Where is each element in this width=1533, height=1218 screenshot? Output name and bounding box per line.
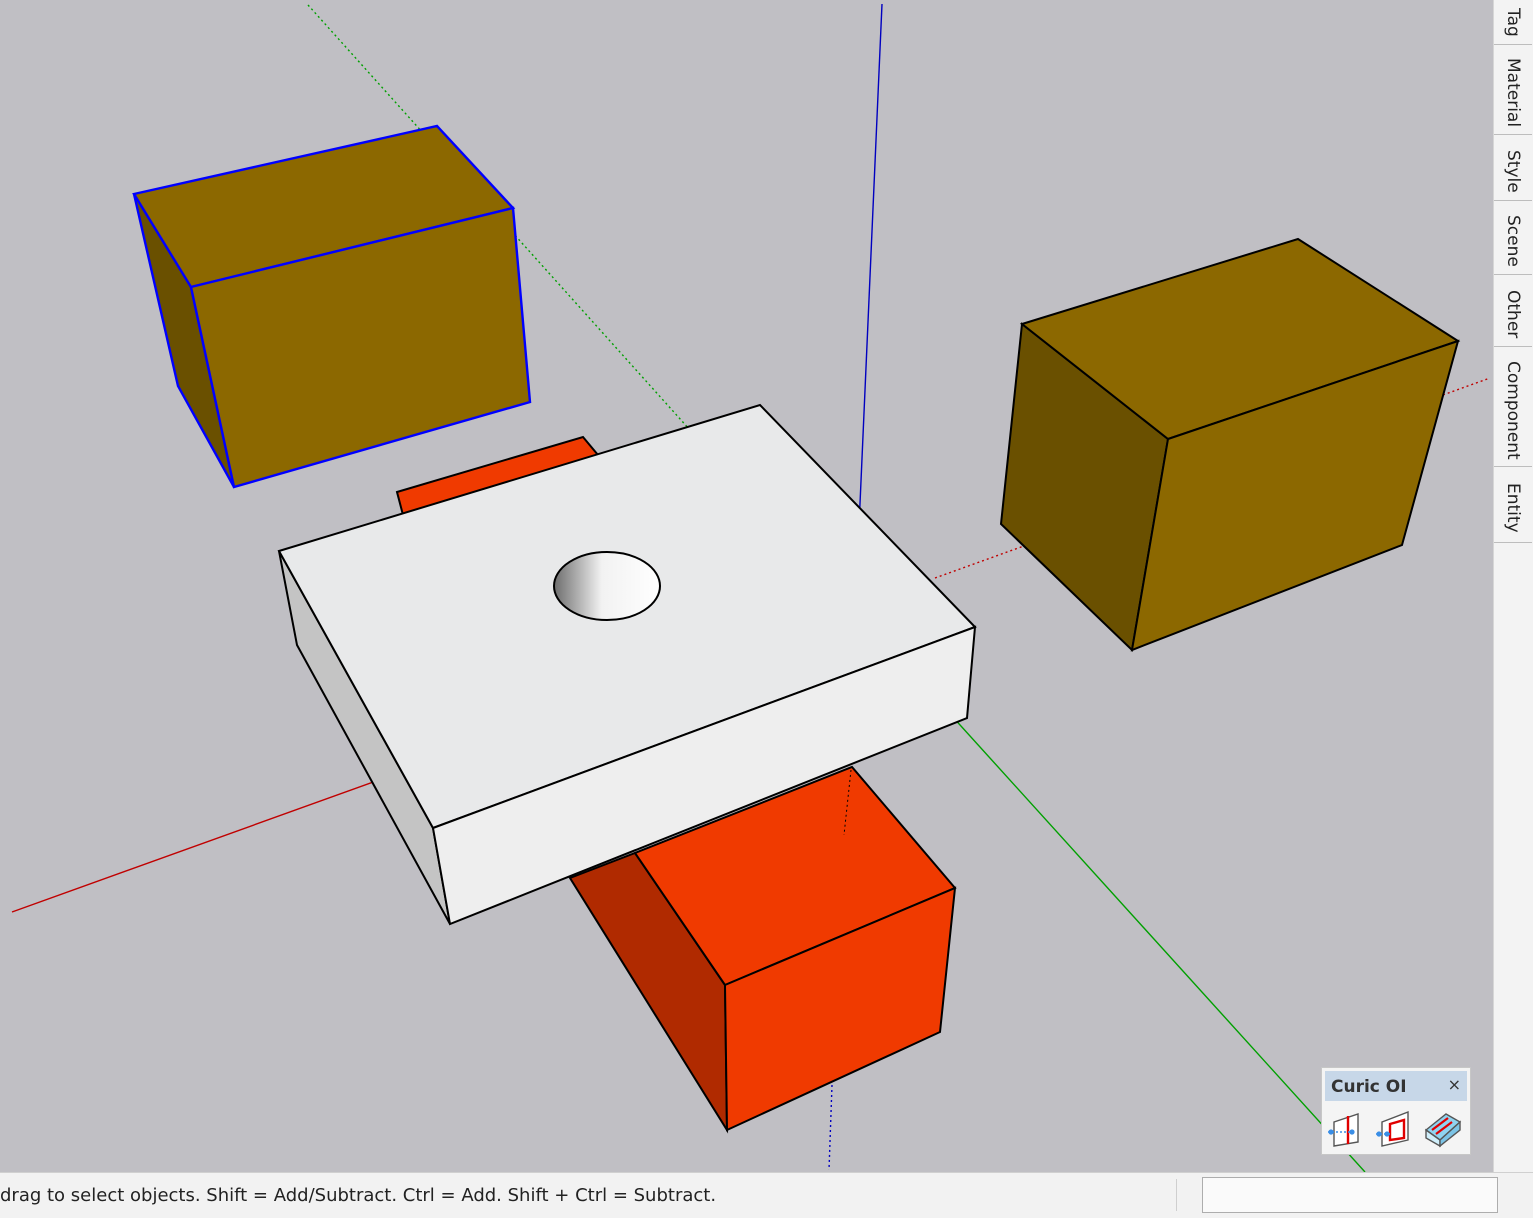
red-axis-negative	[11, 775, 391, 913]
offset-face-icon	[1376, 1110, 1409, 1147]
default-tray: Tag Material Style Scene Other Component…	[1493, 0, 1533, 1172]
curic-oi-toolbar: Curic OI ×	[1321, 1067, 1471, 1155]
close-icon[interactable]: ×	[1448, 1075, 1461, 1094]
tray-tab-entity[interactable]: Entity	[1494, 474, 1532, 543]
curic-oi-title: Curic OI	[1331, 1077, 1407, 1097]
tray-tab-tag[interactable]: Tag	[1494, 0, 1532, 45]
model-viewport[interactable]	[0, 0, 1493, 1172]
status-divider	[1176, 1179, 1177, 1211]
status-bar: drag to select objects. Shift = Add/Subt…	[0, 1172, 1533, 1218]
slab-hole[interactable]	[553, 551, 661, 621]
green-axis-positive	[921, 682, 1366, 1172]
offset-face-button[interactable]	[1374, 1108, 1416, 1150]
tray-tab-style[interactable]: Style	[1494, 142, 1532, 201]
curic-oi-header[interactable]: Curic OI ×	[1325, 1071, 1467, 1101]
tray-tab-scene[interactable]: Scene	[1494, 208, 1532, 275]
offset-solid-button[interactable]	[1422, 1108, 1464, 1150]
tray-tab-other[interactable]: Other	[1494, 282, 1532, 347]
status-hint-text: drag to select objects. Shift = Add/Subt…	[0, 1185, 717, 1206]
tray-tab-material[interactable]: Material	[1494, 52, 1532, 135]
scene-canvas[interactable]	[0, 0, 1493, 1172]
blue-axis-positive	[856, 3, 883, 573]
offset-edge-button[interactable]	[1326, 1108, 1368, 1150]
offset-edge-icon	[1328, 1113, 1359, 1147]
blue-axis-negative	[828, 1084, 833, 1171]
tray-tab-component[interactable]: Component	[1494, 354, 1532, 467]
measurements-input[interactable]	[1202, 1177, 1498, 1213]
offset-solid-icon	[1424, 1113, 1462, 1148]
